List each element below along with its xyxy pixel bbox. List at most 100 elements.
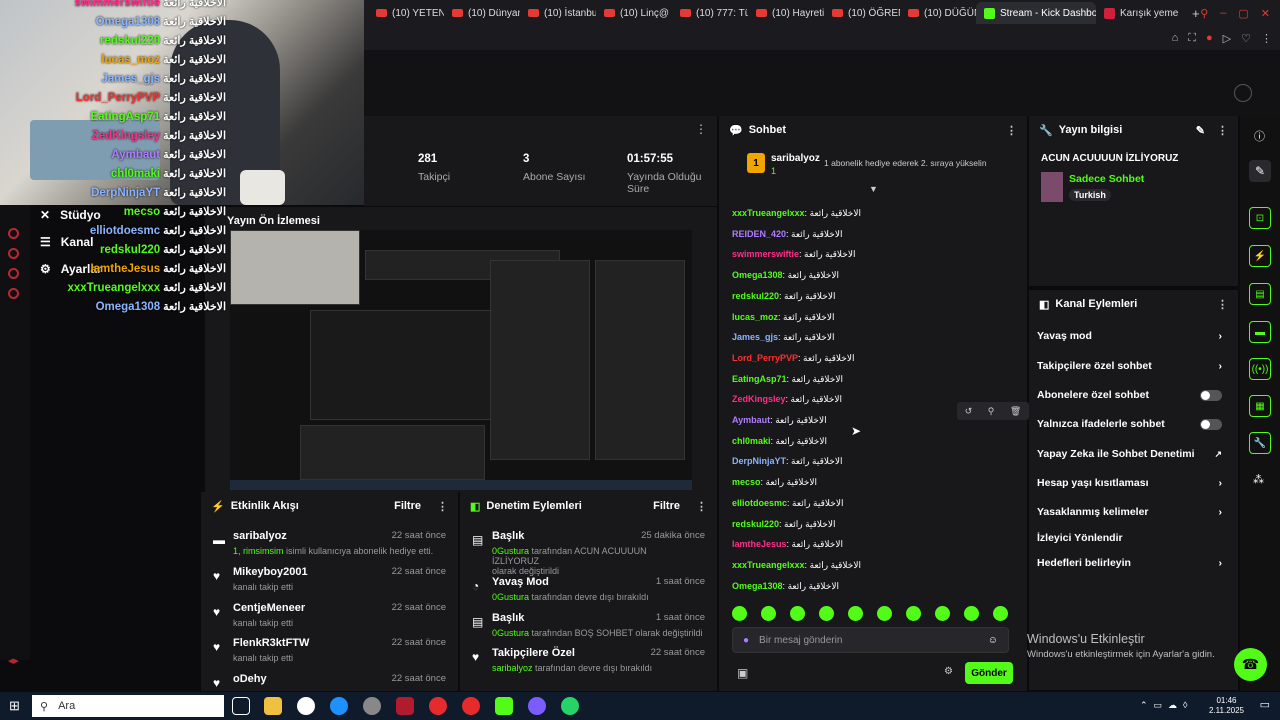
- emote-icon[interactable]: [935, 606, 950, 621]
- emote-icon[interactable]: [732, 606, 747, 621]
- notification-icon[interactable]: ▭: [1260, 698, 1270, 711]
- chat-username[interactable]: DerpNinjaYT: [732, 456, 786, 466]
- gear-icon[interactable]: ⚙: [944, 666, 953, 677]
- crop-icon[interactable]: ⛶: [1188, 32, 1196, 45]
- app-icon[interactable]: [462, 697, 480, 715]
- channel-action-item[interactable]: Yavaş mod ›: [1037, 330, 1222, 342]
- clock[interactable]: 01:46 2.11.2025: [1209, 696, 1244, 716]
- play-icon[interactable]: ▷: [1223, 32, 1231, 45]
- windows-start-icon[interactable]: ⊞: [9, 698, 20, 714]
- app-icon[interactable]: [297, 697, 315, 715]
- chevron-down-icon[interactable]: ▼: [869, 184, 878, 194]
- chat-message[interactable]: redskul220: الاخلاقية رائعة: [732, 519, 835, 530]
- emote-icon[interactable]: [993, 606, 1008, 621]
- chat-username[interactable]: ZedKingsley: [732, 394, 786, 404]
- app-icon[interactable]: [528, 697, 546, 715]
- stream-preview-image[interactable]: [230, 230, 692, 490]
- stream-category[interactable]: Sadece Sohbet: [1069, 173, 1144, 185]
- send-button[interactable]: Gönder: [965, 662, 1013, 684]
- gift-icon[interactable]: ▣: [737, 666, 748, 680]
- channel-action-item[interactable]: İzleyici Yönlendir: [1037, 532, 1222, 544]
- more-icon[interactable]: ⋮: [1217, 124, 1228, 137]
- browser-tab[interactable]: (10) DÜĞÜN: [900, 2, 976, 24]
- chat-username[interactable]: swimmerswiftie: [732, 249, 799, 259]
- reply-icon[interactable]: ↺: [965, 406, 973, 417]
- chat-username[interactable]: lucas_moz: [732, 312, 778, 322]
- emote-icon[interactable]: [761, 606, 776, 621]
- chat-username[interactable]: Omega1308: [732, 581, 783, 591]
- edit-icon[interactable]: ✎: [1196, 124, 1205, 137]
- activity-filter-button[interactable]: Filtre: [394, 500, 421, 512]
- emote-icon[interactable]: [877, 606, 892, 621]
- moderation-filter-button[interactable]: Filtre: [653, 500, 680, 512]
- browser-tab-active[interactable]: Stream - Kick Dashbo: [976, 2, 1096, 24]
- emote-icon[interactable]: [790, 606, 805, 621]
- scan-icon[interactable]: ⊡: [1249, 207, 1271, 229]
- info-icon[interactable]: ⓘ: [1254, 128, 1265, 144]
- browser-tab[interactable]: (10) ÖĞREN: [824, 2, 900, 24]
- emote-icon[interactable]: [848, 606, 863, 621]
- chat-username[interactable]: redskul220: [732, 291, 779, 301]
- minimize-icon[interactable]: –: [1220, 7, 1226, 20]
- channel-action-item[interactable]: Takipçilere özel sohbet ›: [1037, 360, 1222, 372]
- more-icon[interactable]: ⋮: [695, 122, 707, 136]
- chat-message[interactable]: xxxTrueangelxxx: الاخلاقية رائعة: [732, 560, 861, 571]
- chat-username[interactable]: Omega1308: [732, 270, 783, 280]
- chat-username[interactable]: James_gjs: [732, 332, 778, 342]
- chat-message[interactable]: IamtheJesus: الاخلاقية رائعة: [732, 539, 843, 550]
- chat-message[interactable]: chl0maki: الاخلاقية رائعة: [732, 436, 827, 447]
- more-icon[interactable]: ⋮: [1006, 124, 1017, 137]
- chat-message[interactable]: EatingAsp71: الاخلاقية رائعة: [732, 374, 843, 385]
- chat-input[interactable]: ● Bir mesaj gönderin ☺: [732, 627, 1009, 653]
- channel-action-item[interactable]: Hedefleri belirleyin ›: [1037, 557, 1222, 569]
- browser-tab[interactable]: (10) 777: Tü: [672, 2, 748, 24]
- chat-message[interactable]: Omega1308: الاخلاقية رائعة: [732, 270, 839, 281]
- toggle-switch[interactable]: [1200, 389, 1222, 401]
- document-icon[interactable]: ▤: [1249, 283, 1271, 305]
- browser-tab[interactable]: (10) İstanbu: [520, 2, 596, 24]
- edit-icon[interactable]: ✎: [1249, 160, 1271, 182]
- app-icon[interactable]: [429, 697, 447, 715]
- close-icon[interactable]: ✕: [1261, 7, 1270, 20]
- bolt-icon[interactable]: ⚡: [1249, 245, 1271, 267]
- app-icon[interactable]: [363, 697, 381, 715]
- chat-username[interactable]: redskul220: [732, 519, 779, 529]
- support-button[interactable]: ☎: [1234, 648, 1267, 681]
- browser-tab[interactable]: (10) Hayreti: [748, 2, 824, 24]
- chat-message[interactable]: Omega1308: الاخلاقية رائعة: [732, 581, 839, 592]
- channel-action-item[interactable]: Abonelere özel sohbet: [1037, 389, 1222, 401]
- chat-message[interactable]: Aymbaut: الاخلاقية رائعة: [732, 415, 827, 426]
- chat-message[interactable]: mecso: الاخلاقية رائعة: [732, 477, 817, 488]
- channel-action-item[interactable]: Yapay Zeka ile Sohbet Denetimi ↗: [1037, 448, 1222, 460]
- app-icon[interactable]: [495, 697, 513, 715]
- chat-message[interactable]: DerpNinjaYT: الاخلاقية رائعة: [732, 456, 842, 467]
- chat-username[interactable]: chl0maki: [732, 436, 771, 446]
- maximize-icon[interactable]: ▢: [1238, 7, 1248, 20]
- chat-username[interactable]: Lord_PerryPVP: [732, 353, 798, 363]
- chat-username[interactable]: EatingAsp71: [732, 374, 787, 384]
- whatsapp-icon[interactable]: [561, 697, 579, 715]
- chat-username[interactable]: IamtheJesus: [732, 539, 787, 549]
- taskbar-search[interactable]: ⚲ Ara: [32, 695, 224, 717]
- apps-icon[interactable]: ⁂: [1253, 473, 1264, 486]
- channel-action-item[interactable]: Hesap yaşı kısıtlaması ›: [1037, 477, 1222, 489]
- record-icon[interactable]: ●: [1206, 32, 1213, 44]
- chat-username[interactable]: xxxTrueangelxxx: [732, 208, 805, 218]
- broadcast-icon[interactable]: ((•)): [1249, 358, 1271, 380]
- browser-tab[interactable]: (10) Linç@: [596, 2, 672, 24]
- collapse-icon[interactable]: ◀▶: [8, 657, 19, 665]
- heart-icon[interactable]: ♡: [1241, 32, 1251, 45]
- chat-message[interactable]: elliotdoesmc: الاخلاقية رائعة: [732, 498, 843, 509]
- menu-icon[interactable]: ⋮: [1261, 32, 1272, 45]
- more-icon[interactable]: ⋮: [437, 500, 448, 513]
- mic-icon[interactable]: ●: [743, 635, 749, 646]
- browser-tab[interactable]: (10) Dünyan: [444, 2, 520, 24]
- emoji-icon[interactable]: ☺: [988, 635, 998, 646]
- chat-username[interactable]: REIDEN_420: [732, 229, 786, 239]
- browser-tab[interactable]: Karışık yeme: [1096, 2, 1186, 24]
- chat-message[interactable]: ZedKingsley: الاخلاقية رائعة: [732, 394, 842, 405]
- new-tab-icon[interactable]: +: [1192, 6, 1200, 21]
- chat-username[interactable]: elliotdoesmc: [732, 498, 787, 508]
- pin-icon[interactable]: ⚲: [988, 406, 995, 417]
- chat-username[interactable]: Aymbaut: [732, 415, 770, 425]
